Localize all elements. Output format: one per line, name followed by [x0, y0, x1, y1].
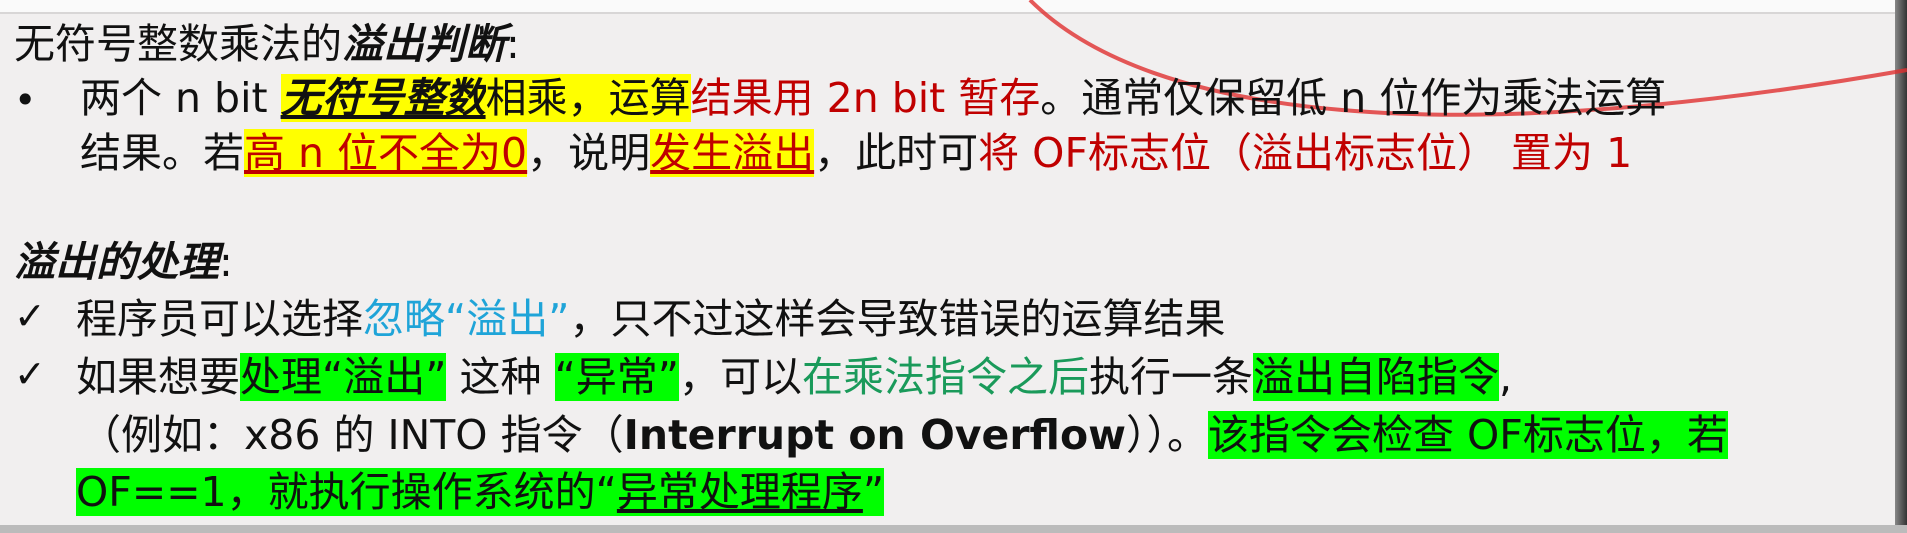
heading-colon: :	[219, 238, 233, 286]
text: ,	[1499, 353, 1513, 401]
green-highlight: “异常”	[554, 353, 680, 401]
text: ，说明	[527, 129, 651, 177]
text: 结果。若	[80, 129, 244, 177]
bold-text: Interrupt on Overflow	[623, 411, 1126, 459]
checkmark-icon: ✓	[14, 294, 46, 338]
teal-text: 在乘法指令之后	[802, 353, 1090, 401]
text: 执行一条	[1089, 353, 1254, 401]
green-highlight-underlined: 异常处理程序	[616, 468, 863, 516]
check-2-line-1: 如果想要处理“溢出” 这种 “异常”，可以在乘法指令之后执行一条溢出自陷指令,	[76, 351, 1512, 403]
slide-right-border	[1895, 0, 1907, 533]
bullet-1-line-1: 两个 n bit 无符号整数相乘，运算结果用 2n bit 暂存。通常仅保留低 …	[80, 72, 1666, 124]
text: 如果想要	[76, 353, 240, 401]
check-1-line: 程序员可以选择忽略“溢出”，只不过这样会导致错误的运算结果	[76, 293, 1225, 345]
heading-overflow-detection: 无符号整数乘法的溢出判断:	[14, 18, 520, 70]
slide-bottom-border	[0, 525, 1907, 533]
bullet-1-line-2: 结果。若高 n 位不全为0，说明发生溢出，此时可将 OF标志位（溢出标志位） 置…	[80, 127, 1632, 179]
text: ））。	[1126, 411, 1208, 459]
checkmark-icon: ✓	[14, 352, 46, 396]
highlight-high-bits: 高 n 位不全为0	[244, 129, 528, 177]
text: 这种	[446, 353, 555, 401]
text: ，只不过这样会导致错误的运算结果	[569, 295, 1226, 343]
text: ，可以	[679, 353, 803, 401]
text: 相乘，运算	[485, 74, 691, 122]
red-text: 结果用 2n bit 暂存	[690, 74, 1041, 122]
heading-colon: :	[506, 20, 520, 68]
check-2-line-3: OF==1，就执行操作系统的“异常处理程序”	[76, 466, 885, 518]
green-highlight: 溢出自陷指令	[1253, 353, 1500, 401]
green-highlight: 处理“溢出”	[240, 353, 447, 401]
text: ，此时可	[814, 129, 979, 177]
highlight-overflow: 发生溢出	[650, 129, 815, 177]
red-text: 将 OF标志位（溢出标志位） 置为 1	[978, 129, 1633, 177]
slide-top-border	[0, 0, 1907, 14]
heading-text: 无符号整数乘法的	[14, 20, 342, 68]
heading-overflow-handling: 溢出的处理:	[14, 236, 233, 288]
text: 两个 n bit	[80, 74, 281, 122]
check-2-line-2: （例如：x86 的 INTO 指令（Interrupt on Overflow）…	[80, 409, 1728, 461]
highlight-unsigned: 无符号整数	[280, 74, 486, 122]
blue-text: 忽略“溢出”	[363, 295, 570, 343]
text: 程序员可以选择	[76, 295, 363, 343]
text: 。通常仅保留低 n 位作为乘法运算	[1040, 74, 1667, 122]
text: （例如：x86 的 INTO 指令（	[80, 411, 624, 459]
bullet-dot-icon: •	[14, 78, 37, 122]
green-highlight: ”	[862, 468, 885, 516]
heading-emphasis: 溢出的处理	[14, 238, 219, 286]
heading-emphasis: 溢出判断	[342, 20, 506, 68]
green-highlight: OF==1，就执行操作系统的“	[76, 468, 617, 516]
green-highlight: 该指令会检查 OF标志位，若	[1208, 411, 1728, 459]
